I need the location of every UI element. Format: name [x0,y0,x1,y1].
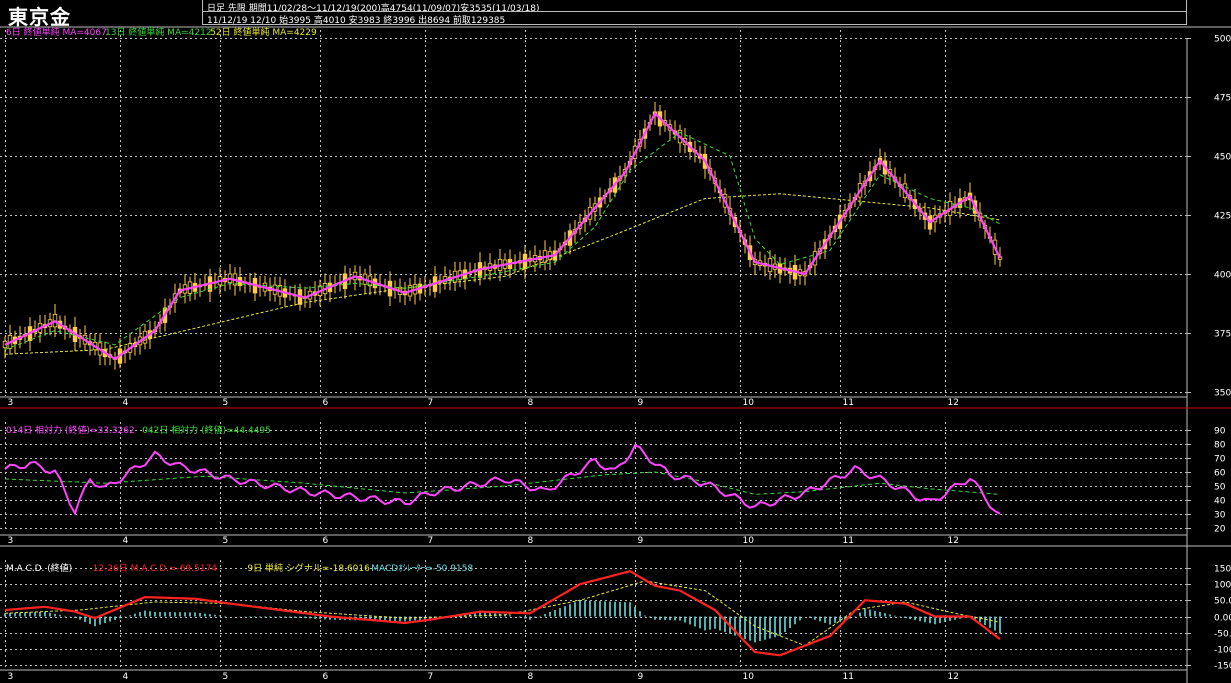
y-tick-label: 4250 [1214,212,1231,222]
text-layer: 3 3 3 4 4 4 5 5 5 6 6 6 7 7 7 8 8 8 9 9 9 10 10 10 11 11 11 12 12 12 3… [6,26,1231,682]
x-tick-label: 8 [528,536,534,546]
x-tick-label: 6 [323,672,329,682]
x-tick-label: 4 [123,672,129,682]
x-tick-label: 3 [8,536,14,546]
x-tick-label: 4 [123,536,129,546]
x-tick-label: 11 [843,398,854,408]
x-tick-label: 7 [428,536,434,546]
chart-canvas: 3 3 3 4 4 4 5 5 5 6 6 6 7 7 7 8 8 8 9 9 9 10 10 10 11 11 11 12 12 12 3… [0,26,1231,683]
y-tick-label: 70 [1214,455,1226,465]
bars-layer [2,101,1003,643]
x-tick-label: 9 [638,672,644,682]
x-tick-label: 8 [528,398,534,408]
x-tick-label: 4 [123,398,129,408]
x-tick-label: 10 [743,398,755,408]
rsi42-line [4,471,1001,495]
x-tick-label: 12 [948,672,959,682]
ma6-line [4,111,1001,361]
y-tick-label: 150.0000 [1214,565,1231,575]
x-tick-label: 9 [638,398,644,408]
y-tick-label: 4000 [1214,271,1231,281]
x-tick-label: 8 [528,672,534,682]
x-tick-label: 6 [323,536,329,546]
legend-entry: MACDｵｼﾚｰﾀｰ=-50.9158 [371,563,473,574]
y-tick-label: 80 [1214,441,1226,451]
x-tick-label: 11 [843,536,854,546]
x-tick-label: 9 [638,536,644,546]
y-tick-label: 30 [1214,511,1226,521]
x-tick-label: 11 [843,672,854,682]
grid-layer [0,26,1231,683]
y-tick-label: -150.0000 [1214,662,1231,672]
legend-entry: 042日 相対力 (終値)=44.4495 [142,424,271,436]
x-tick-label: 3 [8,672,14,682]
ma13-line [4,131,1001,350]
legend-entry: M.A.C.D. (終値) [6,562,72,574]
y-tick-label: 50.0000 [1214,597,1231,607]
legend-entry: 12-26日 M.A.C.D.=-69.5174 [93,563,218,574]
y-tick-label: 4750 [1214,94,1231,104]
y-tick-label: 5000 [1214,35,1231,45]
y-tick-label: 60 [1214,469,1226,479]
y-tick-label: 4500 [1214,153,1231,163]
y-tick-label: 20 [1214,525,1226,535]
legend-entry: 6日 終値単純 MA=4067 [6,26,107,38]
y-tick-label: 90 [1214,427,1226,437]
y-tick-label: 3500 [1214,389,1231,399]
y-tick-label: 40 [1214,497,1226,507]
legend-entry: 014日 相対力 (終値)=33.3262 [6,424,135,436]
x-tick-label: 5 [223,672,229,682]
lines-layer [4,111,1001,657]
x-tick-label: 7 [428,398,434,408]
x-tick-label: 3 [8,398,14,408]
y-tick-label: 100.0000 [1214,581,1231,591]
legend-entry: 52日 終値単純 MA=4229 [210,26,317,38]
y-tick-label: 3750 [1214,330,1231,340]
x-tick-label: 10 [743,536,755,546]
x-tick-label: 7 [428,672,434,682]
x-tick-label: 12 [948,398,959,408]
x-tick-label: 6 [323,398,329,408]
y-tick-label: -100.0000 [1214,646,1231,656]
y-tick-label: 50 [1214,483,1226,493]
x-tick-label: 12 [948,536,959,546]
y-tick-label: 0.0000 [1214,614,1231,624]
x-tick-label: 5 [223,536,229,546]
legend-entry: 9日 単純 シグナル=-18.6016 [247,562,370,574]
y-tick-label: -50.0000 [1214,630,1231,640]
x-tick-label: 5 [223,398,229,408]
legend-entry: 13日 終値単純 MA=4212 [105,26,212,38]
x-tick-label: 10 [743,672,755,682]
